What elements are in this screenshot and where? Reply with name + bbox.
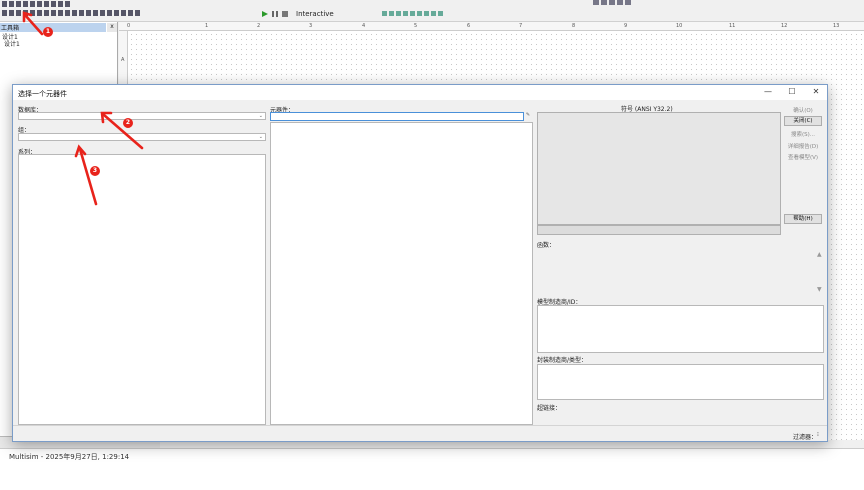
- annotation-arrow-1: [23, 13, 44, 36]
- annotation-badge-1: 1: [43, 27, 53, 37]
- annotation-arrows: [22, 11, 144, 206]
- annotation-badge-3: 3: [90, 166, 100, 176]
- annotation-badge-2: 2: [123, 118, 133, 128]
- annotation-arrow-3: [78, 147, 98, 206]
